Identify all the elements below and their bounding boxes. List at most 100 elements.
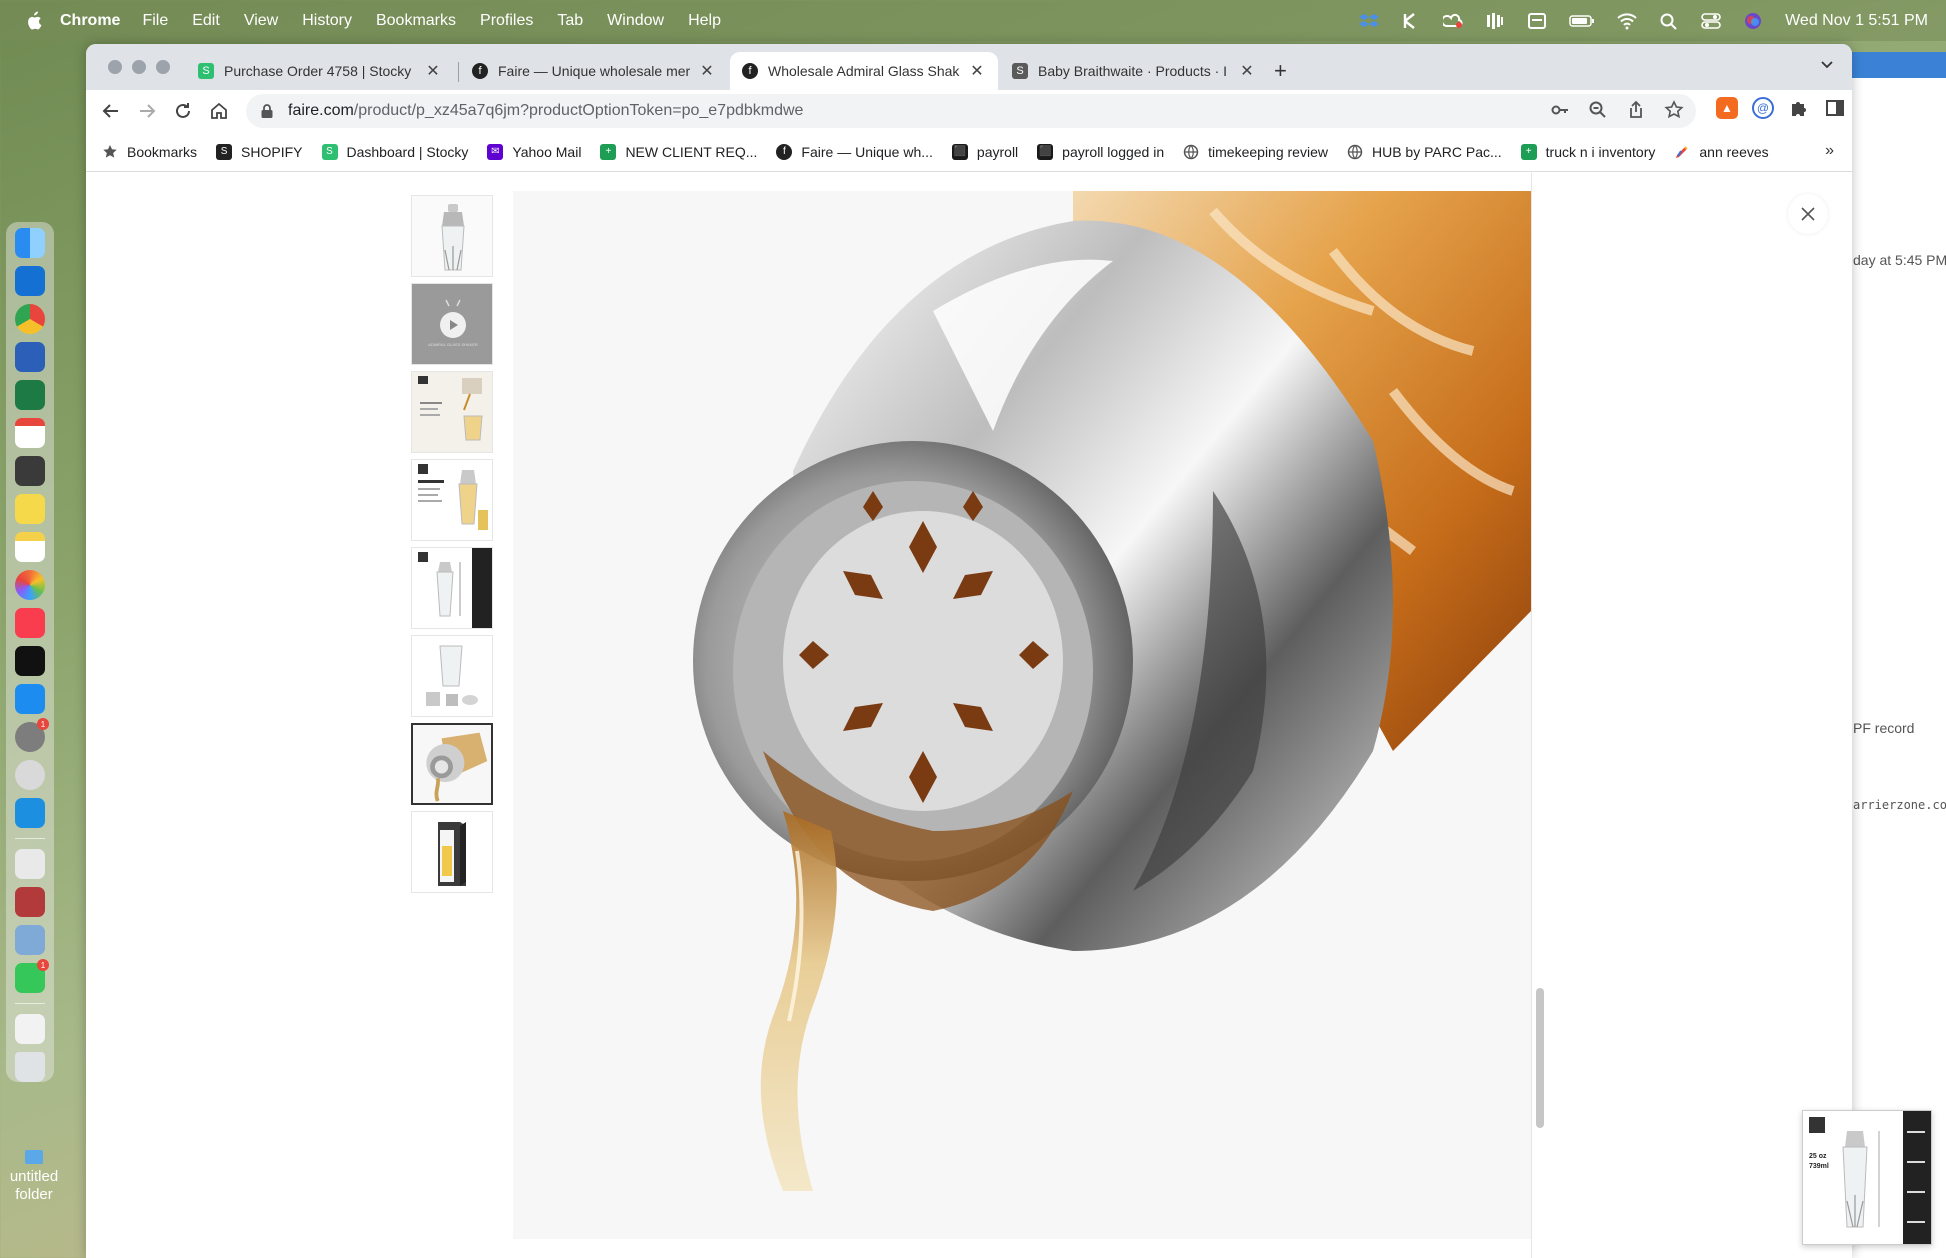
menu-history[interactable]: History (302, 12, 352, 30)
close-tab-icon[interactable]: ✕ (1238, 62, 1256, 80)
apple-tv-icon[interactable] (15, 646, 45, 676)
desktop-folder[interactable]: untitled folder (2, 1150, 66, 1204)
menu-bookmarks[interactable]: Bookmarks (376, 12, 456, 30)
bookmark-faire[interactable]: f Faire — Unique wh... (776, 143, 933, 160)
k-app-icon[interactable] (1401, 12, 1421, 30)
close-lightbox-button[interactable] (1788, 194, 1828, 234)
teamviewer-icon[interactable] (15, 798, 45, 828)
forward-arrow-icon[interactable] (136, 100, 158, 122)
bookmark-new-client-req[interactable]: + NEW CLIENT REQ... (600, 143, 757, 160)
siri-icon[interactable] (1743, 12, 1763, 30)
gallery-thumbnail[interactable] (411, 371, 493, 453)
reload-icon[interactable] (172, 100, 194, 122)
notes-icon[interactable] (15, 532, 45, 562)
close-tab-icon[interactable]: ✕ (698, 62, 716, 80)
menubar-clock[interactable]: Wed Nov 1 5:51 PM (1785, 12, 1928, 30)
audio-bars-icon[interactable] (1485, 12, 1505, 30)
key-icon[interactable] (1550, 100, 1570, 120)
menu-view[interactable]: View (244, 12, 278, 30)
zoom-window-button[interactable] (156, 60, 170, 74)
infographic-image (412, 460, 492, 540)
outlook-icon[interactable] (15, 266, 45, 296)
play-icon[interactable] (440, 312, 466, 338)
at-extension-icon[interactable]: @ (1752, 97, 1774, 119)
back-arrow-icon[interactable] (100, 100, 122, 122)
minimize-window-button[interactable] (132, 60, 146, 74)
chrome-icon[interactable] (15, 304, 45, 334)
stickies-icon[interactable] (15, 494, 45, 524)
lock-icon[interactable] (260, 103, 274, 119)
calendar-widget-icon[interactable] (1527, 12, 1547, 30)
share-icon[interactable] (1626, 100, 1646, 120)
bookmark-shopify[interactable]: S SHOPIFY (216, 143, 303, 160)
close-icon (1801, 207, 1815, 221)
photos-icon[interactable] (15, 570, 45, 600)
vertical-scrollbar[interactable] (1536, 988, 1544, 1128)
trash-icon[interactable] (15, 1052, 45, 1082)
screenshot-icon[interactable] (15, 925, 45, 955)
bookmarks-overflow-icon[interactable]: » (1825, 142, 1834, 160)
bookmark-yahoo-mail[interactable]: ✉ Yahoo Mail (487, 143, 581, 160)
chart-extension-icon[interactable]: ▲ (1716, 97, 1738, 119)
downloads-stack-icon[interactable] (15, 1014, 45, 1044)
apple-menu-icon[interactable] (18, 6, 48, 36)
home-icon[interactable] (208, 100, 230, 122)
app-store-icon[interactable] (15, 684, 45, 714)
puzzle-extensions-icon[interactable] (1788, 97, 1810, 119)
app-name-menu[interactable]: Chrome (60, 12, 120, 30)
bookmark-timekeeping-review[interactable]: timekeeping review (1183, 144, 1328, 160)
bookmark-star-icon[interactable] (1664, 100, 1684, 120)
menu-help[interactable]: Help (688, 12, 721, 30)
creative-cloud-icon[interactable] (1443, 12, 1463, 30)
address-bar[interactable]: faire.com/product/p_xz45a7q6jm?productOp… (246, 94, 1696, 128)
wifi-icon[interactable] (1617, 12, 1637, 30)
bookmark-payroll-logged-in[interactable]: ⬛ payroll logged in (1037, 143, 1164, 160)
tab-admiral-glass-shaker[interactable]: f Wholesale Admiral Glass Shak ✕ (730, 52, 998, 90)
preview-icon[interactable] (15, 849, 45, 879)
tab-faire-home[interactable]: f Faire — Unique wholesale mer ✕ (460, 52, 728, 90)
calendar-icon[interactable] (15, 418, 45, 448)
tab-baby-braithwaite[interactable]: S Baby Braithwaite · Products · I ✕ (1000, 52, 1268, 90)
menu-profiles[interactable]: Profiles (480, 12, 533, 30)
close-window-button[interactable] (108, 60, 122, 74)
battery-icon[interactable] (1569, 12, 1595, 30)
finder-icon[interactable] (15, 228, 45, 258)
bookmark-truck-inventory[interactable]: + truck n i inventory (1520, 143, 1655, 160)
tab-search-chevron-icon[interactable] (1820, 58, 1834, 72)
music-icon[interactable] (15, 608, 45, 638)
gallery-thumbnail-selected[interactable] (411, 723, 493, 805)
bookmark-hub-parc[interactable]: HUB by PARC Pac... (1347, 144, 1502, 160)
word-icon[interactable] (15, 342, 45, 372)
new-tab-plus-icon[interactable]: + (1274, 58, 1287, 84)
gallery-thumbnail[interactable] (411, 459, 493, 541)
spotlight-search-icon[interactable] (1659, 12, 1679, 30)
background-window[interactable]: day at 5:45 PM PF record arrierzone.com (1840, 52, 1946, 1258)
gallery-thumbnail[interactable] (411, 547, 493, 629)
bookmark-payroll[interactable]: ⬛ payroll (951, 143, 1018, 160)
side-panel-icon[interactable] (1824, 97, 1846, 119)
menu-edit[interactable]: Edit (192, 12, 220, 30)
utility-app-icon[interactable] (15, 760, 45, 790)
gallery-video-thumbnail[interactable]: ADMIRAL GLASS SHAKER (411, 283, 493, 365)
bookmark-ann-reeves[interactable]: ann reeves (1674, 144, 1769, 160)
close-tab-icon[interactable]: ✕ (968, 62, 986, 80)
system-settings-icon[interactable]: 1 (15, 718, 49, 752)
gallery-thumbnail[interactable] (411, 635, 493, 717)
dictionary-icon[interactable] (15, 887, 45, 917)
dropbox-icon[interactable] (1359, 12, 1380, 30)
menu-tab[interactable]: Tab (557, 12, 583, 30)
close-tab-icon[interactable]: ✕ (424, 62, 442, 80)
bookmark-stocky-dashboard[interactable]: S Dashboard | Stocky (321, 143, 468, 160)
bookmark-bookmarks[interactable]: Bookmarks (102, 144, 197, 160)
tab-purchase-order[interactable]: S Purchase Order 4758 | Stocky ✕ (186, 52, 454, 90)
menu-file[interactable]: File (142, 12, 168, 30)
menu-window[interactable]: Window (607, 12, 664, 30)
control-center-icon[interactable] (1701, 12, 1721, 30)
screenshot-preview-thumbnail[interactable]: 25 oz 739ml (1802, 1110, 1932, 1245)
gallery-thumbnail[interactable] (411, 811, 493, 893)
facetime-icon[interactable]: 1 (15, 959, 49, 993)
calculator-icon[interactable] (15, 456, 45, 486)
gallery-thumbnail[interactable] (411, 195, 493, 277)
zoom-icon[interactable] (1588, 100, 1608, 120)
excel-icon[interactable] (15, 380, 45, 410)
